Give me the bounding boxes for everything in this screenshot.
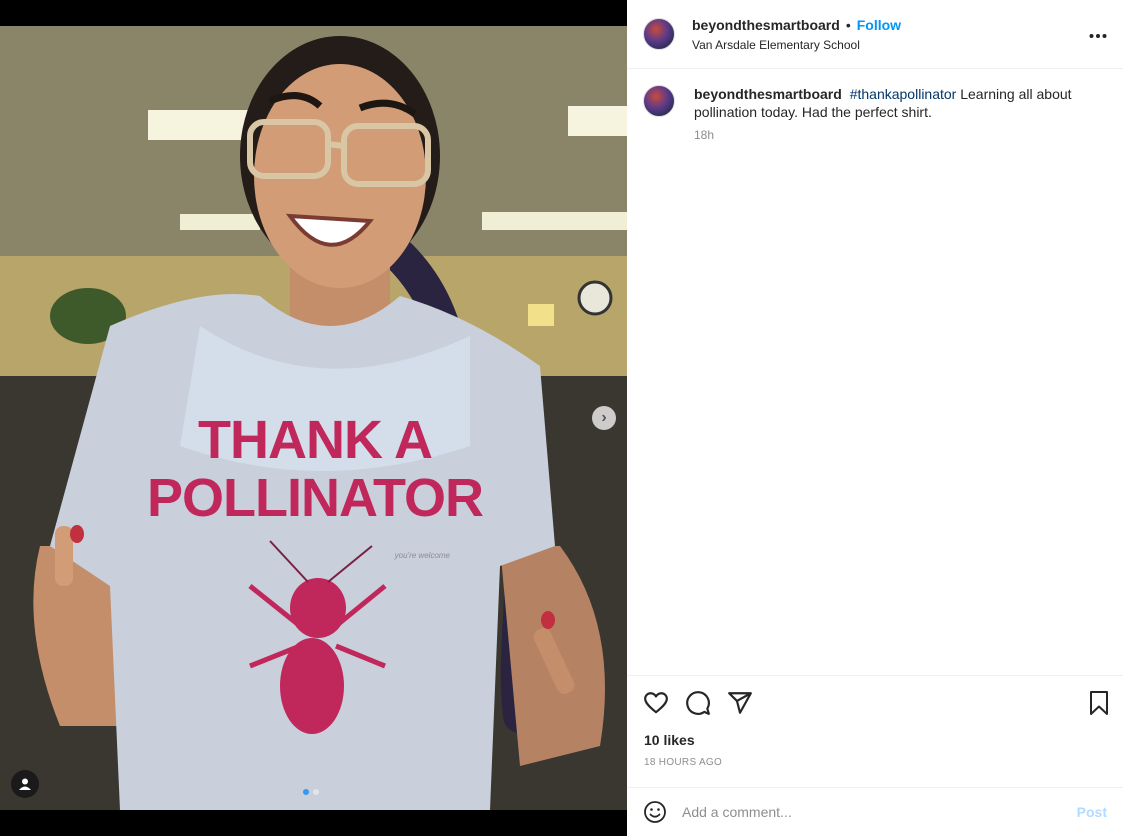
carousel-indicator [303,789,319,795]
action-buttons [643,690,753,716]
tagged-users-button[interactable] [11,770,39,798]
heart-icon[interactable] [643,690,669,716]
post-photo: THANK A POLLINATOR you're welcome [0,26,627,810]
carousel-next-button[interactable]: › [592,406,616,430]
shirt-small-text: you're welcome [394,551,450,560]
post-caption: beyondthesmartboard #thankapollinator Le… [627,69,1123,142]
post-header: beyondthesmartboard • Follow Van Arsdale… [627,0,1123,69]
post-comment-button[interactable]: Post [1077,804,1107,820]
carousel-dot [313,789,319,795]
user-icon [19,778,31,790]
more-options-icon[interactable] [1089,22,1107,42]
caption-timestamp[interactable]: 18h [694,128,1074,142]
author-username[interactable]: beyondthesmartboard [692,17,840,33]
post-media: THANK A POLLINATOR you're welcome › [0,0,627,836]
caption-hashtag[interactable]: #thankapollinator [850,86,957,102]
comment-bar: Post [627,787,1123,836]
post-age[interactable]: 18 HOURS AGO [644,757,722,768]
likes-count[interactable]: 10 likes [644,732,695,748]
shirt-line-1: THANK A [198,410,433,470]
author-line: beyondthesmartboard • Follow [692,17,901,33]
shirt-text: THANK A POLLINATOR you're welcome [140,411,490,560]
comment-icon[interactable] [685,690,711,716]
comment-input[interactable] [682,804,1077,820]
author-info: beyondthesmartboard • Follow Van Arsdale… [692,17,901,52]
ellipsis-icon [1089,34,1107,38]
post-sidebar: beyondthesmartboard • Follow Van Arsdale… [627,0,1123,836]
chevron-right-icon: › [601,409,607,426]
shirt-line-2: POLLINATOR [147,468,484,528]
share-icon[interactable] [727,690,753,716]
caption-text: beyondthesmartboard #thankapollinator Le… [694,85,1074,121]
carousel-dot-active [303,789,309,795]
author-avatar[interactable] [643,18,675,50]
follow-button[interactable]: Follow [857,17,901,33]
caption-avatar[interactable] [643,85,675,117]
bookmark-icon[interactable] [1087,690,1111,716]
emoji-icon[interactable] [643,800,667,824]
actions-section: 10 likes 18 HOURS AGO [627,675,1123,787]
post-location[interactable]: Van Arsdale Elementary School [692,38,901,52]
separator-dot: • [845,16,851,33]
caption-username[interactable]: beyondthesmartboard [694,86,842,102]
